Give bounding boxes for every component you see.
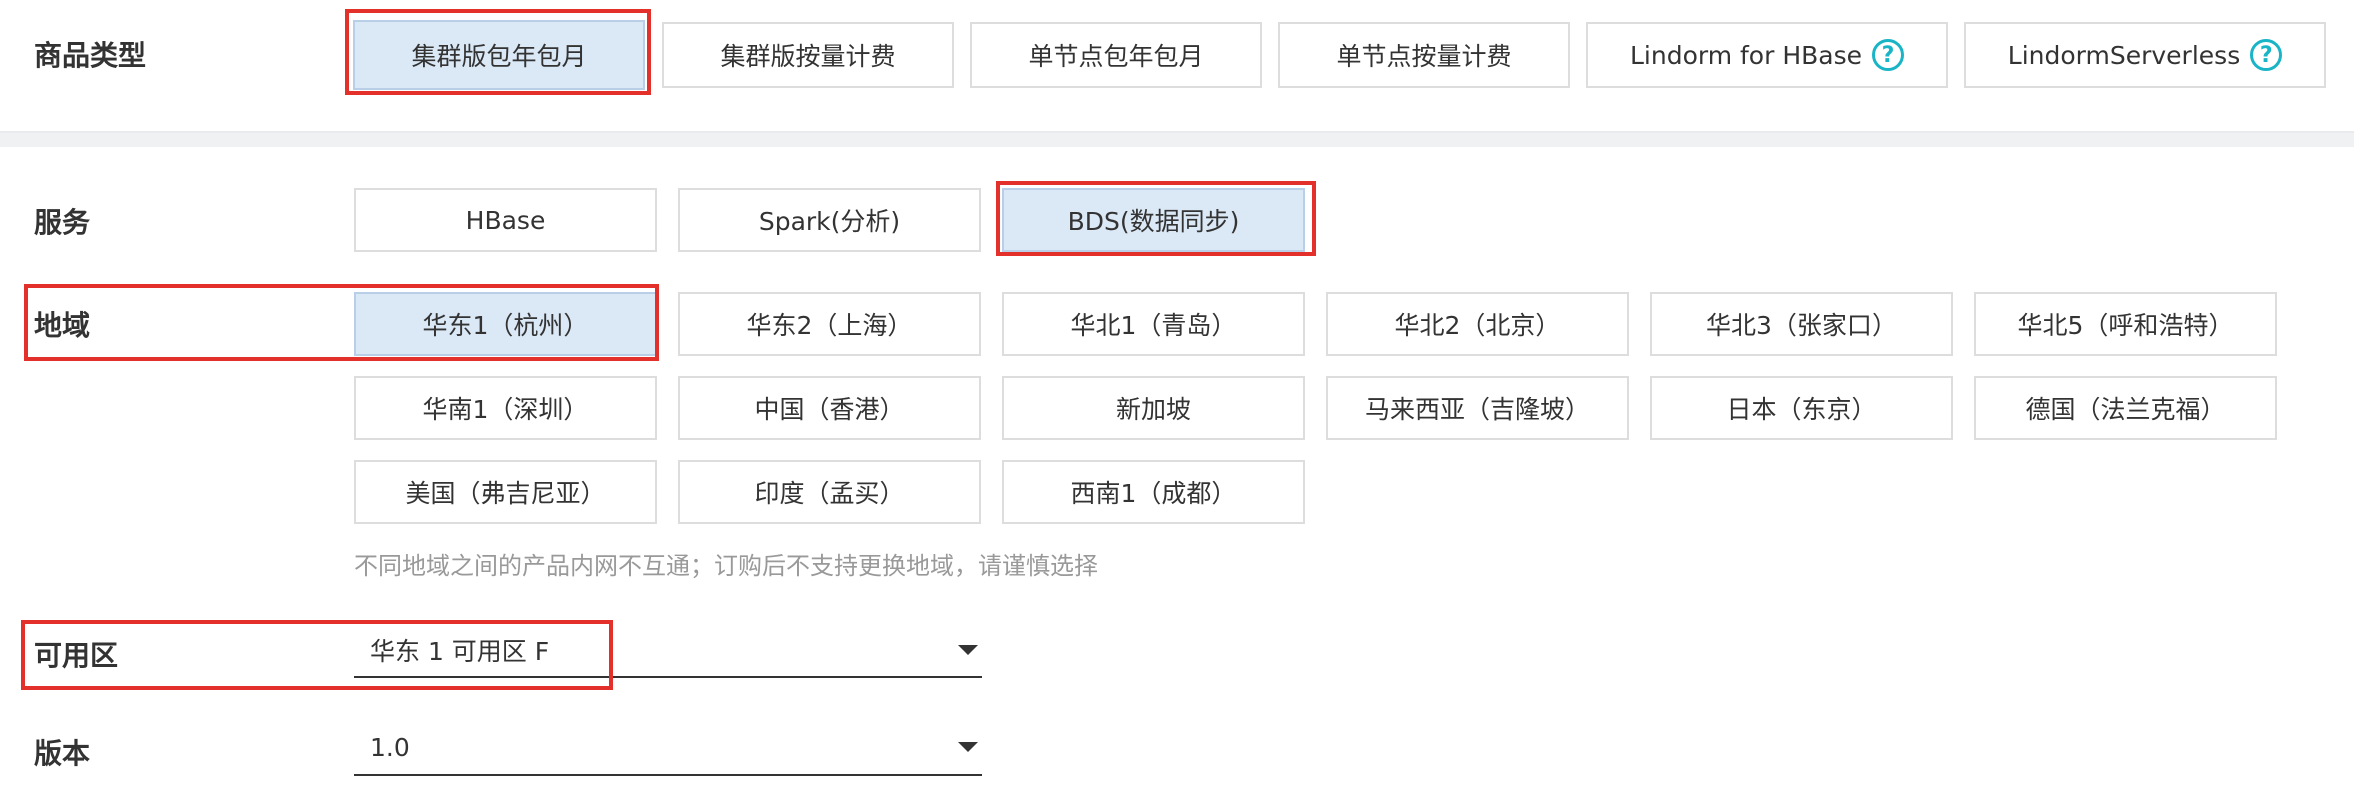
region-option-shanghai[interactable]: 华东2（上海） bbox=[678, 292, 981, 356]
product-type-option-single-subscription[interactable]: 单节点包年包月 bbox=[970, 22, 1262, 88]
product-type-option-cluster-payg[interactable]: 集群版按量计费 bbox=[662, 22, 954, 88]
option-label: 美国（弗吉尼亚） bbox=[405, 479, 606, 508]
option-label: 中国（香港） bbox=[754, 395, 905, 424]
option-label: 华北3（张家口） bbox=[1706, 311, 1897, 340]
region-option-tokyo[interactable]: 日本（东京） bbox=[1650, 376, 1953, 440]
region-option-frankfurt[interactable]: 德国（法兰克福） bbox=[1974, 376, 2277, 440]
zone-select[interactable]: 华东 1 可用区 F bbox=[354, 624, 982, 678]
option-label: 华南1（深圳） bbox=[422, 395, 589, 424]
region-option-singapore[interactable]: 新加坡 bbox=[1002, 376, 1305, 440]
option-label: 印度（孟买） bbox=[754, 479, 905, 508]
region-option-chengdu[interactable]: 西南1（成都） bbox=[1002, 460, 1305, 524]
region-option-virginia[interactable]: 美国（弗吉尼亚） bbox=[354, 460, 657, 524]
option-label: 华东1（杭州） bbox=[422, 311, 589, 340]
option-label: 单节点包年包月 bbox=[1028, 42, 1204, 71]
option-label: 马来西亚（吉隆坡） bbox=[1364, 395, 1590, 424]
option-label: 华北2（北京） bbox=[1394, 311, 1561, 340]
product-type-option-single-payg[interactable]: 单节点按量计费 bbox=[1278, 22, 1570, 88]
version-select[interactable]: 1.0 bbox=[354, 720, 982, 776]
service-option-spark[interactable]: Spark(分析) bbox=[678, 188, 981, 252]
help-icon[interactable]: ? bbox=[2250, 39, 2283, 71]
region-option-zhangjiakou[interactable]: 华北3（张家口） bbox=[1650, 292, 1953, 356]
section-divider bbox=[0, 131, 2354, 147]
option-label: 新加坡 bbox=[1115, 395, 1191, 424]
option-label: Spark(分析) bbox=[758, 207, 901, 236]
product-type-option-cluster-subscription[interactable]: 集群版包年包月 bbox=[353, 20, 645, 90]
region-option-hangzhou[interactable]: 华东1（杭州） bbox=[354, 292, 657, 356]
service-label: 服务 bbox=[34, 206, 91, 239]
option-label: HBase bbox=[465, 205, 546, 235]
version-select-value: 1.0 bbox=[370, 732, 410, 762]
option-label: 华东2（上海） bbox=[746, 311, 913, 340]
option-label: LindormServerless bbox=[2007, 40, 2241, 70]
region-label: 地域 bbox=[34, 309, 91, 342]
region-option-mumbai[interactable]: 印度（孟买） bbox=[678, 460, 981, 524]
option-label: 德国（法兰克福） bbox=[2025, 395, 2226, 424]
option-label: Lindorm for HBase bbox=[1629, 40, 1863, 70]
zone-label: 可用区 bbox=[34, 639, 119, 672]
help-icon[interactable]: ? bbox=[1872, 39, 1905, 71]
option-label: 华北1（青岛） bbox=[1070, 311, 1237, 340]
version-label: 版本 bbox=[34, 737, 91, 770]
option-label: 日本（东京） bbox=[1726, 395, 1877, 424]
region-option-shenzhen[interactable]: 华南1（深圳） bbox=[354, 376, 657, 440]
service-option-bds[interactable]: BDS(数据同步) bbox=[1002, 188, 1305, 252]
product-type-option-lindorm-hbase[interactable]: Lindorm for HBase ? bbox=[1586, 22, 1948, 88]
chevron-down-icon bbox=[958, 742, 978, 752]
option-label: BDS(数据同步) bbox=[1067, 207, 1240, 236]
zone-select-value: 华东 1 可用区 F bbox=[370, 637, 550, 666]
option-label: 单节点按量计费 bbox=[1336, 42, 1512, 71]
option-label: 集群版包年包月 bbox=[411, 42, 587, 71]
region-option-beijing[interactable]: 华北2（北京） bbox=[1326, 292, 1629, 356]
option-label: 西南1（成都） bbox=[1070, 479, 1237, 508]
product-type-label: 商品类型 bbox=[34, 39, 147, 72]
region-option-qingdao[interactable]: 华北1（青岛） bbox=[1002, 292, 1305, 356]
service-option-hbase[interactable]: HBase bbox=[354, 188, 657, 252]
option-label: 集群版按量计费 bbox=[720, 42, 896, 71]
region-option-hongkong[interactable]: 中国（香港） bbox=[678, 376, 981, 440]
option-label: 华北5（呼和浩特） bbox=[2017, 311, 2234, 340]
region-option-huhehaote[interactable]: 华北5（呼和浩特） bbox=[1974, 292, 2277, 356]
chevron-down-icon bbox=[958, 645, 978, 655]
region-option-kualalumpur[interactable]: 马来西亚（吉隆坡） bbox=[1326, 376, 1629, 440]
region-hint: 不同地域之间的产品内网不互通；订购后不支持更换地域，请谨慎选择 bbox=[354, 552, 1098, 580]
product-type-option-lindorm-serverless[interactable]: LindormServerless ? bbox=[1964, 22, 2326, 88]
